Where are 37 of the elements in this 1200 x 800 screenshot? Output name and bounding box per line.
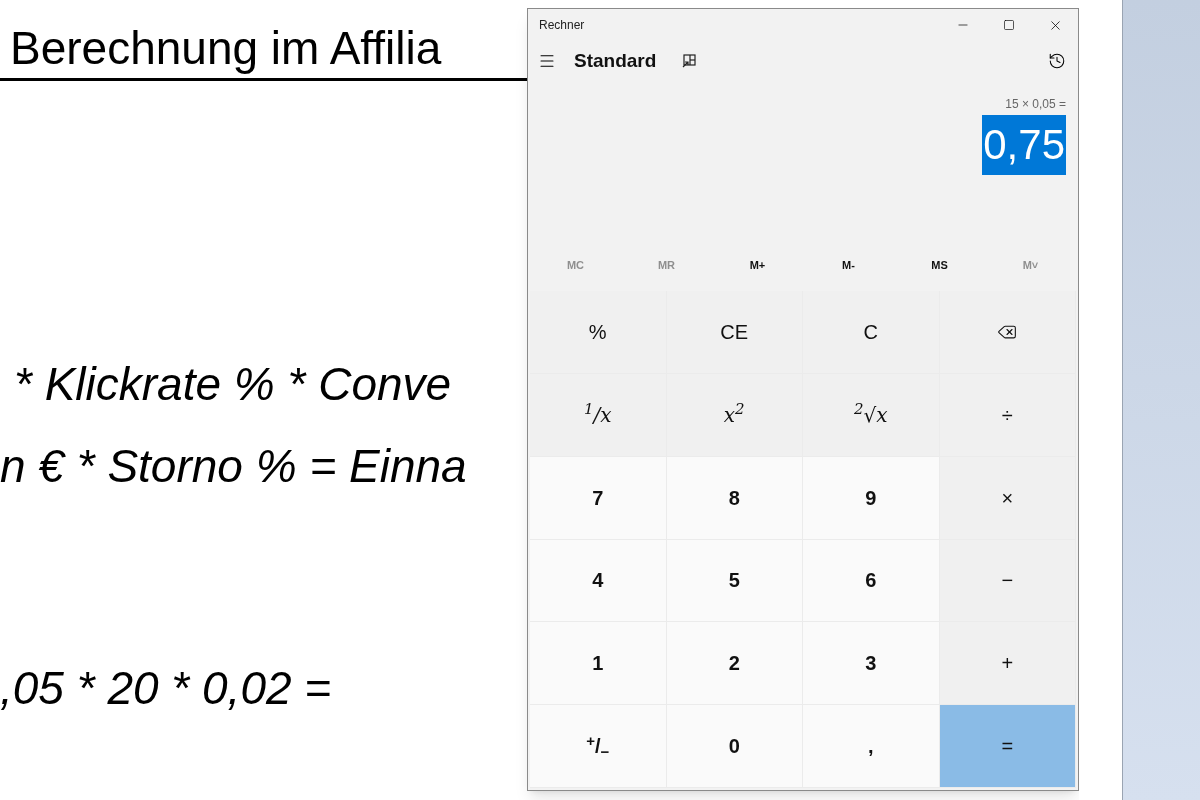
calculator-key[interactable]: CE [666,291,803,374]
keep-on-top-icon[interactable] [681,53,698,69]
calculator-key[interactable]: , [803,705,940,788]
calculator-key[interactable]: 9 [803,456,940,540]
memory-button[interactable]: M- [803,256,894,274]
calculator-key[interactable]: 0 [666,705,803,788]
calculator-key[interactable]: 3 [803,622,940,706]
formula-line: ,05 * 20 * 0,02 = [0,661,333,716]
calculator-key[interactable]: − [939,539,1076,623]
calculator-key[interactable]: % [530,291,667,374]
expression-text: 15 × 0,05 = [1005,96,1066,113]
calculator-key[interactable]: 4 [530,539,667,623]
calculator-key[interactable]: × [939,456,1076,540]
formula-line: n € * Storno % = Einna [0,439,468,494]
calculator-key[interactable]: 5 [666,539,803,623]
window-title: Rechner [538,17,586,34]
memory-button[interactable]: M+ [712,256,803,274]
calculator-key[interactable]: 1 [530,622,667,706]
calculator-key[interactable]: $^{+}$/$_{−}$ [530,705,667,788]
maximize-icon [1003,19,1015,31]
calculator-key[interactable]: $^{2}$√x [803,373,940,457]
result-display: 0,75 [982,115,1066,175]
calculator-key[interactable]: ÷ [939,373,1076,457]
menu-icon[interactable] [538,52,556,70]
calculator-key[interactable]: 8 [666,456,803,540]
history-icon[interactable] [1048,52,1066,70]
memory-button[interactable]: MS [894,256,985,274]
calculator-key[interactable]: = [939,705,1076,788]
calculator-key[interactable]: 2 [666,622,803,706]
calculator-key[interactable]: + [939,622,1076,706]
calculator-key[interactable]: x$^{2}$ [666,373,803,457]
calculator-key[interactable]: C [803,291,940,374]
calculator-key[interactable]: $^{1}$/x [530,373,667,457]
mode-title: Standard [574,48,657,73]
calculator-key[interactable]: 7 [530,456,667,540]
calculator-key[interactable]: 6 [803,539,940,623]
formula-line: * Klickrate % * Conve [14,357,453,412]
